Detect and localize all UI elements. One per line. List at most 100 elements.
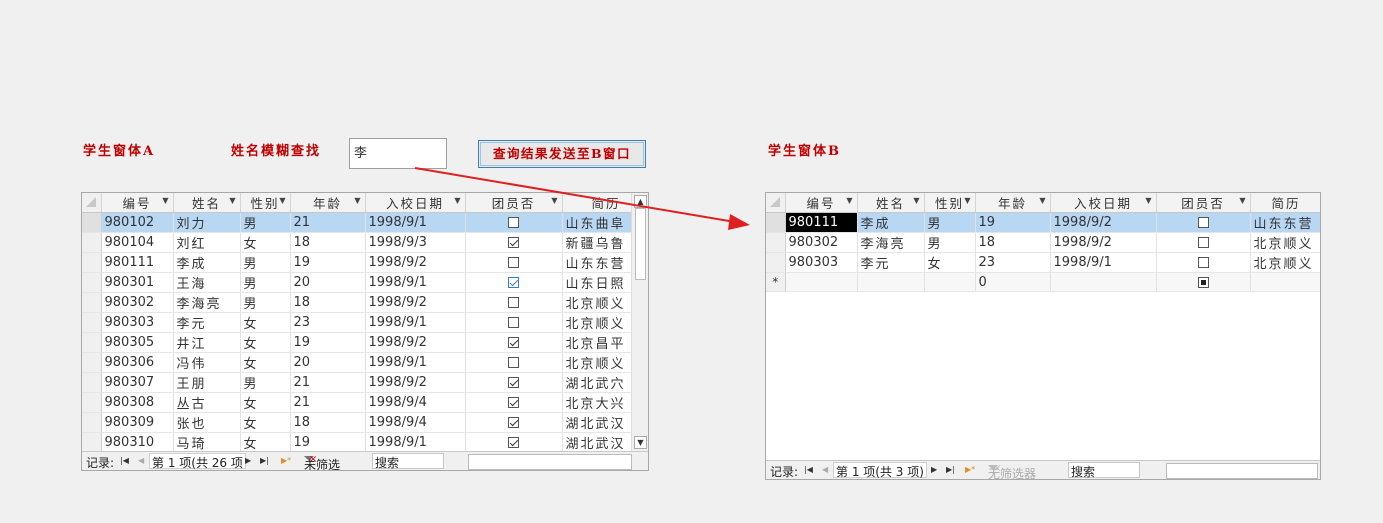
col-header-date[interactable]: 入校日期 ▼ bbox=[1050, 193, 1157, 213]
cell-age[interactable]: 21 bbox=[290, 372, 366, 393]
cell-date[interactable]: 1998/9/4 bbox=[365, 412, 466, 433]
cell-name[interactable]: 李元 bbox=[173, 312, 241, 333]
new-record-icon[interactable]: ▶* bbox=[281, 456, 291, 465]
select-all-corner[interactable] bbox=[82, 193, 102, 213]
cell-date[interactable]: 1998/9/1 bbox=[365, 212, 466, 233]
col-header-date[interactable]: 入校日期 ▼ bbox=[365, 193, 466, 213]
cell-name[interactable]: 刘红 bbox=[173, 232, 241, 253]
dropdown-arrow-icon[interactable]: ▼ bbox=[964, 196, 970, 205]
cell-member[interactable] bbox=[465, 352, 563, 373]
row-selector[interactable] bbox=[766, 232, 786, 253]
record-position-input[interactable]: 第 1 项(共 26 项 bbox=[149, 453, 246, 470]
cell-id[interactable]: 980306 bbox=[101, 352, 174, 373]
nav-search-input[interactable]: 搜索 bbox=[1068, 462, 1140, 479]
scroll-up-icon[interactable]: ▲ bbox=[634, 195, 647, 208]
cell-age[interactable]: 19 bbox=[290, 252, 366, 273]
col-header-id[interactable]: 编号 ▼ bbox=[101, 193, 174, 213]
cell-member[interactable] bbox=[465, 212, 563, 233]
cell-name[interactable]: 李元 bbox=[857, 252, 925, 273]
unchecked-checkbox-icon[interactable] bbox=[1197, 217, 1209, 228]
horizontal-scrollbar[interactable] bbox=[1166, 463, 1318, 479]
select-all-corner[interactable] bbox=[766, 193, 786, 213]
next-record-icon[interactable]: ▶ bbox=[931, 465, 937, 474]
unchecked-checkbox-icon[interactable] bbox=[508, 297, 519, 308]
cell-gender[interactable]: 男 bbox=[240, 252, 291, 273]
cell-gender[interactable]: 女 bbox=[240, 312, 291, 333]
last-record-icon[interactable]: ▶| bbox=[946, 465, 955, 474]
cell-gender[interactable] bbox=[924, 272, 976, 292]
table-row[interactable]: 980306 冯伟女 20 1998/9/1 北京顺义 bbox=[82, 352, 648, 373]
cell-member[interactable] bbox=[1156, 272, 1251, 292]
cell-id[interactable]: 980302 bbox=[785, 232, 858, 253]
cell-age[interactable]: 23 bbox=[290, 312, 366, 333]
horizontal-scrollbar[interactable] bbox=[468, 454, 632, 470]
cell-gender[interactable]: 女 bbox=[240, 352, 291, 373]
cell-age[interactable]: 19 bbox=[290, 432, 366, 453]
col-header-resume[interactable]: 简历 bbox=[1250, 193, 1320, 213]
cell-age[interactable]: 0 bbox=[975, 272, 1051, 292]
dropdown-arrow-icon[interactable]: ▼ bbox=[229, 196, 235, 205]
cell-member[interactable] bbox=[465, 392, 563, 413]
cell-age[interactable]: 21 bbox=[290, 212, 366, 233]
first-record-icon[interactable]: |◀ bbox=[120, 456, 129, 465]
cell-date[interactable]: 1998/9/3 bbox=[365, 232, 466, 253]
table-row[interactable]: 980111 李成男 19 1998/9/2 山东东营 bbox=[766, 212, 1320, 233]
cell-member[interactable] bbox=[465, 252, 563, 273]
cell-gender[interactable]: 女 bbox=[924, 252, 976, 273]
cell-name[interactable]: 刘力 bbox=[173, 212, 241, 233]
cell-member[interactable] bbox=[465, 432, 563, 453]
cell-name[interactable]: 马琦 bbox=[173, 432, 241, 453]
cell-name[interactable]: 王朋 bbox=[173, 372, 241, 393]
cell-gender[interactable]: 男 bbox=[924, 212, 976, 233]
dropdown-arrow-icon[interactable]: ▼ bbox=[454, 196, 460, 205]
unchecked-checkbox-icon[interactable] bbox=[508, 217, 519, 228]
dropdown-arrow-icon[interactable]: ▼ bbox=[551, 196, 557, 205]
cell-id[interactable]: 980303 bbox=[785, 252, 858, 273]
cell-id[interactable]: 980307 bbox=[101, 372, 174, 393]
cell-member[interactable] bbox=[465, 372, 563, 393]
cell-date[interactable]: 1998/9/2 bbox=[365, 292, 466, 313]
cell-id[interactable]: 980310 bbox=[101, 432, 174, 453]
checked-checkbox-icon[interactable] bbox=[508, 437, 519, 448]
cell-date[interactable]: 1998/9/2 bbox=[1050, 212, 1157, 233]
cell-age[interactable]: 19 bbox=[290, 332, 366, 353]
col-header-member[interactable]: 团员否 ▼ bbox=[465, 193, 563, 213]
table-row[interactable]: 980305 井江女 19 1998/9/2 北京昌平 bbox=[82, 332, 648, 353]
cell-name[interactable]: 张也 bbox=[173, 412, 241, 433]
cell-name[interactable]: 王海 bbox=[173, 272, 241, 293]
row-selector[interactable] bbox=[82, 332, 102, 353]
last-record-icon[interactable]: ▶| bbox=[260, 456, 269, 465]
row-selector[interactable] bbox=[82, 412, 102, 433]
dropdown-arrow-icon[interactable]: ▼ bbox=[354, 196, 360, 205]
cell-name[interactable] bbox=[857, 272, 925, 292]
cell-gender[interactable]: 男 bbox=[240, 292, 291, 313]
cell-id[interactable] bbox=[785, 272, 858, 292]
unchecked-checkbox-icon[interactable] bbox=[508, 257, 519, 268]
cell-member[interactable] bbox=[1156, 232, 1251, 253]
new-record-icon[interactable]: ▶* bbox=[965, 465, 975, 474]
cell-date[interactable]: 1998/9/2 bbox=[365, 372, 466, 393]
name-search-input[interactable]: 李 bbox=[349, 138, 447, 169]
cell-date[interactable]: 1998/9/1 bbox=[365, 352, 466, 373]
cell-gender[interactable]: 女 bbox=[240, 392, 291, 413]
dropdown-arrow-icon[interactable]: ▼ bbox=[913, 196, 919, 205]
table-row[interactable]: 980104 刘红女 18 1998/9/3 新疆乌鲁 bbox=[82, 232, 648, 253]
cell-member[interactable] bbox=[465, 332, 563, 353]
cell-date[interactable]: 1998/9/1 bbox=[365, 432, 466, 453]
table-row[interactable]: 980102 刘力男 21 1998/9/1 山东曲阜 bbox=[82, 212, 648, 233]
send-to-b-button[interactable]: 查询结果发送至B窗口 bbox=[478, 140, 646, 168]
table-row[interactable]: 980308 丛古女 21 1998/9/4 北京大兴 bbox=[82, 392, 648, 413]
row-selector[interactable] bbox=[82, 392, 102, 413]
cell-name[interactable]: 冯伟 bbox=[173, 352, 241, 373]
cell-resume[interactable]: 北京顺义 bbox=[1250, 232, 1320, 253]
table-row[interactable]: 980111 李成男 19 1998/9/2 山东东营 bbox=[82, 252, 648, 273]
cell-gender[interactable]: 女 bbox=[240, 332, 291, 353]
row-selector[interactable] bbox=[82, 212, 102, 233]
cell-age[interactable]: 18 bbox=[290, 292, 366, 313]
new-record-row[interactable]: * 0 bbox=[766, 272, 1320, 292]
cell-id[interactable]: 980111 bbox=[101, 252, 174, 273]
cell-age[interactable]: 21 bbox=[290, 392, 366, 413]
cell-age[interactable]: 23 bbox=[975, 252, 1051, 273]
cell-id[interactable]: 980308 bbox=[101, 392, 174, 413]
dropdown-arrow-icon[interactable]: ▼ bbox=[162, 196, 168, 205]
